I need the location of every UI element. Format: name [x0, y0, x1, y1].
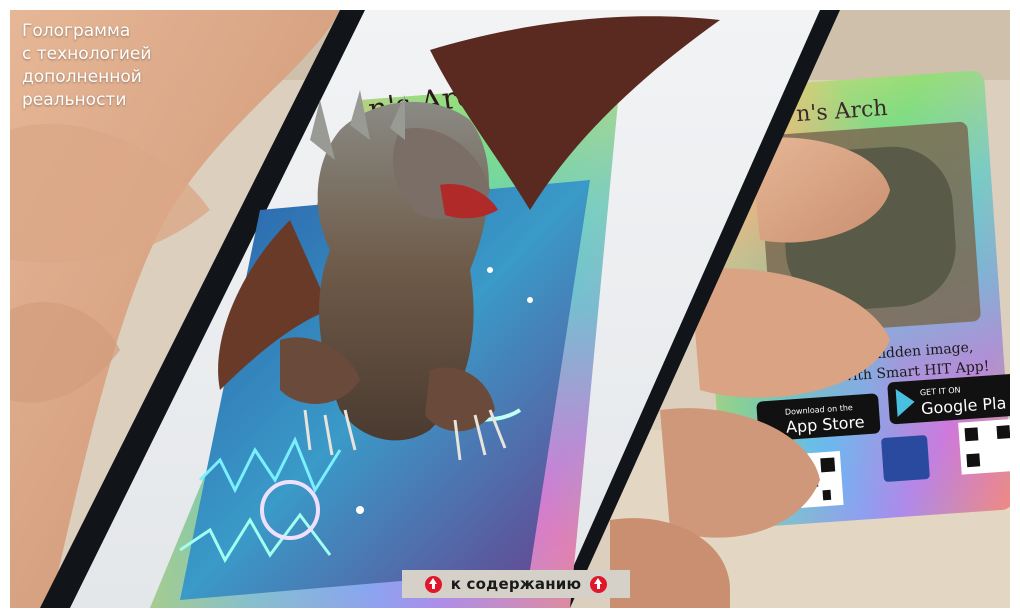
arrow-up-circle-icon [590, 575, 608, 593]
caption-line: дополненной [22, 67, 142, 87]
table-of-contents-button[interactable]: к содержанию [402, 570, 630, 598]
caption-line: реальности [22, 90, 127, 110]
ar-hologram-photo: n's Arch dow with hidden image, find it … [10, 10, 1010, 608]
arrow-up-circle-icon [424, 575, 442, 593]
toc-button-label: к содержанию [450, 575, 582, 593]
photo-frame: n's Arch dow with hidden image, find it … [10, 10, 1010, 608]
caption-line: с технологией [22, 44, 152, 64]
photo-caption: Голограмма с технологией дополненной реа… [22, 20, 151, 112]
caption-line: Голограмма [22, 21, 131, 41]
